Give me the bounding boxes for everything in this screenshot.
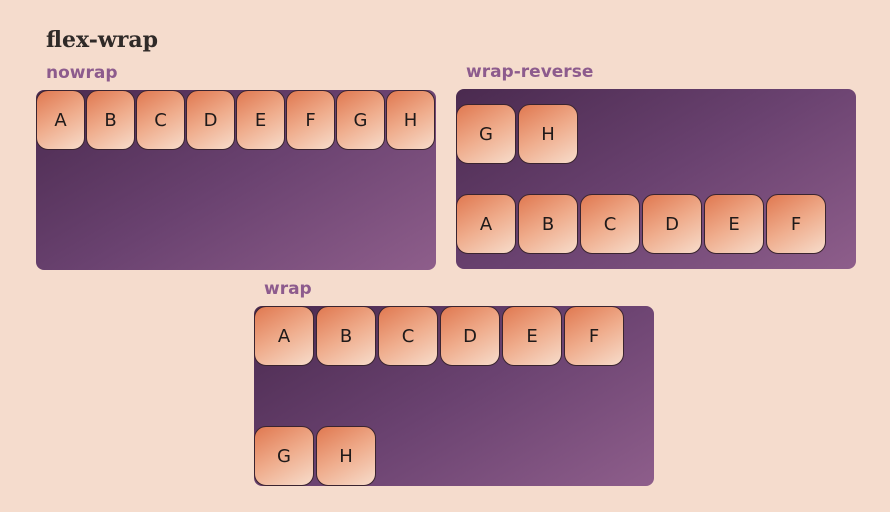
flex-item: G [254, 426, 314, 486]
flex-item: G [336, 90, 385, 150]
flex-item: D [186, 90, 235, 150]
flex-item: F [766, 194, 826, 254]
flex-item: E [704, 194, 764, 254]
flex-item: F [286, 90, 335, 150]
flex-item: B [86, 90, 135, 150]
flex-item: F [564, 306, 624, 366]
flex-item: H [518, 104, 578, 164]
wrap-label: wrap [264, 279, 312, 299]
flex-item: G [456, 104, 516, 164]
flex-item: A [36, 90, 85, 150]
flex-item: D [642, 194, 702, 254]
flex-item: A [456, 194, 516, 254]
flex-item: C [580, 194, 640, 254]
flex-item: A [254, 306, 314, 366]
flex-item: E [236, 90, 285, 150]
nowrap-label: nowrap [46, 63, 118, 83]
flex-item: H [386, 90, 435, 150]
flex-item: C [378, 306, 438, 366]
flex-item: D [440, 306, 500, 366]
nowrap-container: A B C D E F G H [36, 90, 436, 270]
flex-item: B [316, 306, 376, 366]
flex-item: B [518, 194, 578, 254]
wrap-reverse-container: A B C D E F G H [456, 89, 856, 269]
page-title: flex-wrap [46, 27, 159, 53]
wrap-container: A B C D E F G H [254, 306, 654, 486]
flex-item: H [316, 426, 376, 486]
wrap-reverse-label: wrap-reverse [466, 62, 594, 82]
flex-item: C [136, 90, 185, 150]
flex-item: E [502, 306, 562, 366]
